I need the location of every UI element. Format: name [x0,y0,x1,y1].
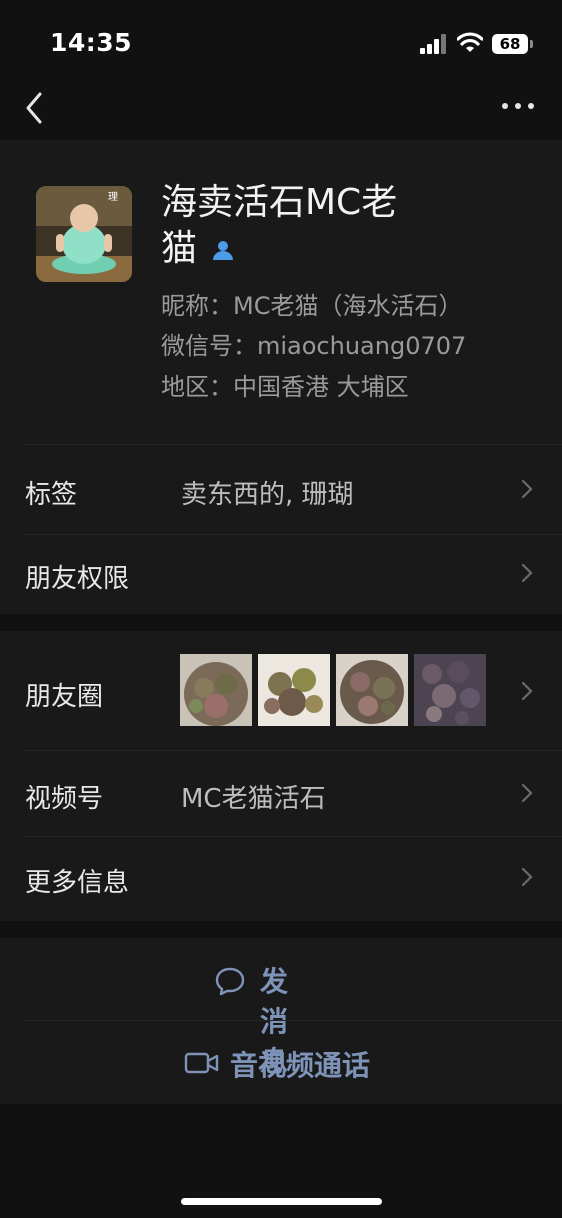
moments-label[interactable]: 朋友圈 [25,676,103,713]
cellular-signal-icon [420,34,446,54]
divider [25,836,562,837]
status-time: 14:35 [50,28,133,57]
profile-name-line1: 海卖活石MC老 [161,182,398,223]
chevron-right-icon[interactable] [520,782,534,804]
tags-value[interactable]: 卖东西的, 珊瑚 [181,474,354,511]
divider [25,1020,562,1021]
ellipsis-icon[interactable] [500,98,536,114]
svg-text:理: 理 [108,191,118,203]
av-call-label[interactable]: 音视频通话 [230,1044,370,1084]
moments-photo[interactable] [258,654,330,726]
nickname-text: 昵称：MC老猫（海水活石） [161,292,463,320]
battery-icon: 68 [492,34,534,54]
battery-level: 68 [492,34,528,54]
profile-name: 海卖活石MC老 猫 [161,180,461,272]
divider [25,534,562,535]
divider [25,750,562,751]
chevron-right-icon[interactable] [520,680,534,702]
chevron-right-icon[interactable] [520,866,534,888]
avatar[interactable]: 理 [36,186,132,282]
more-info-label[interactable]: 更多信息 [25,862,129,899]
profile-name-line2-text: 猫 [161,228,198,269]
divider [25,444,562,445]
moments-photo[interactable] [336,654,408,726]
channels-value[interactable]: MC老猫活石 [181,778,326,815]
chat-bubble-icon [215,967,245,996]
person-icon [213,241,234,260]
wechat-id-text: 微信号：miaochuang0707 [161,332,467,360]
chevron-right-icon[interactable] [520,562,534,584]
home-indicator[interactable] [181,1198,382,1205]
chevron-right-icon[interactable] [520,478,534,500]
video-camera-icon [184,1052,219,1074]
wifi-icon [457,32,483,52]
moments-photo[interactable] [180,654,252,726]
permissions-label[interactable]: 朋友权限 [25,558,129,595]
moments-photo[interactable] [414,654,486,726]
channels-label[interactable]: 视频号 [25,778,103,815]
back-chevron-icon[interactable] [22,90,46,126]
profile-name-line2: 猫 [161,226,461,272]
region-text: 地区：中国香港 大埔区 [161,373,409,401]
tags-label[interactable]: 标签 [25,474,77,511]
